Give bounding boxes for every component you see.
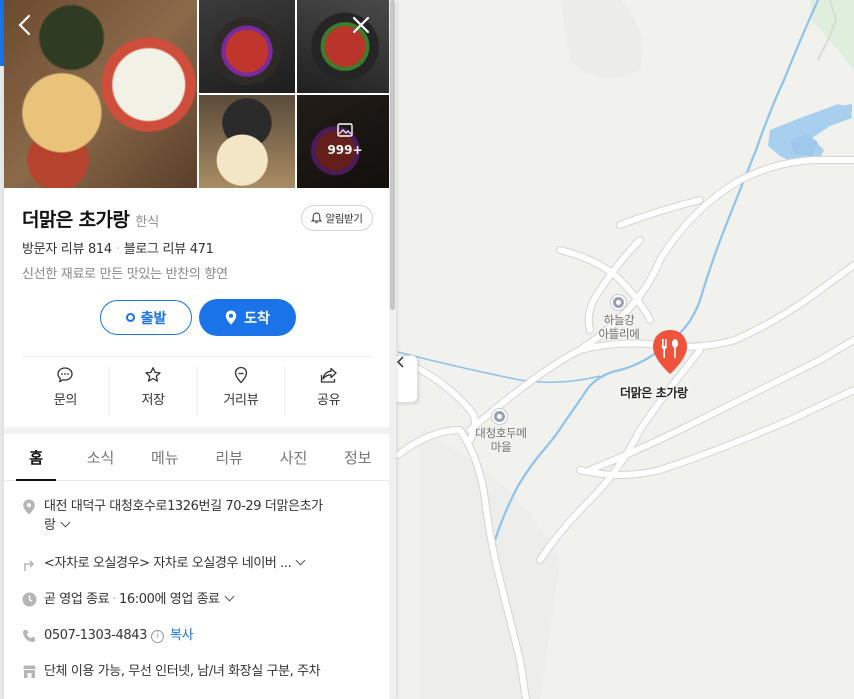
chevron-down-icon	[224, 591, 235, 602]
action-label: 거리뷰	[223, 393, 259, 408]
arrive-button[interactable]: 도착	[199, 299, 296, 336]
photo-thumb[interactable]	[297, 0, 393, 93]
bell-icon	[311, 212, 323, 224]
direction-arrow-icon	[24, 560, 35, 571]
title-row: 더맑은 초가랑 한식	[22, 205, 159, 232]
phone-number[interactable]: 0507-1303-4843	[44, 628, 147, 643]
photo-thumb[interactable]	[199, 95, 295, 188]
poi-label-atelier[interactable]: 하늘강 아뜰리에	[584, 313, 654, 341]
poi-label-line: 아뜰리에	[598, 327, 640, 341]
location-outline-icon	[234, 366, 248, 384]
depart-button[interactable]: 출발	[100, 300, 192, 335]
scrollbar-thumb[interactable]	[390, 0, 395, 310]
action-label: 저장	[141, 393, 165, 408]
chevron-down-icon	[60, 517, 71, 528]
action-save[interactable]: 저장	[110, 366, 198, 416]
action-label: 공유	[316, 393, 341, 408]
location-pin-icon	[225, 310, 237, 325]
depart-label: 출발	[140, 310, 167, 327]
place-description: 신선한 재료로 만든 맛있는 반찬의 향연	[22, 267, 228, 282]
close-button[interactable]	[346, 10, 376, 40]
hours-status: 곧 영업 종료	[44, 592, 110, 607]
close-icon	[352, 16, 370, 34]
photo-more[interactable]: 999+	[297, 95, 393, 188]
tab-bar: 홈 소식 메뉴 리뷰 사진 정보	[4, 434, 390, 481]
poi-marker-icon[interactable]	[611, 295, 626, 310]
alarm-label: 알림받기	[325, 212, 363, 225]
photo-gallery: 999+	[4, 0, 393, 188]
copy-button[interactable]: 복사	[170, 628, 194, 643]
collapse-panel-button[interactable]	[396, 355, 418, 403]
address-pin-icon	[23, 499, 35, 515]
poi-label-line: 마을	[490, 440, 512, 454]
tab-news[interactable]: 소식	[68, 434, 132, 480]
directions-text: <자차로 오실경우> 자차로 오실경우 네이버 ...	[44, 556, 292, 571]
photo-count: 999+	[327, 143, 363, 157]
clock-icon	[22, 592, 37, 607]
pin-label[interactable]: 더맑은 초가랑	[620, 384, 688, 401]
action-bar: 문의 저장 거리뷰 공유	[22, 366, 372, 416]
phone-icon	[23, 630, 35, 642]
action-label: 문의	[53, 393, 78, 408]
poi-label-village[interactable]: 대청호두메 마을	[466, 426, 536, 454]
address-text: 대전 대덕구 대청호수로1326번길 70-29 더맑은초가	[44, 499, 323, 514]
chat-icon	[57, 367, 74, 383]
page-title: 더맑은 초가랑	[22, 209, 130, 231]
gallery-icon	[337, 123, 353, 137]
chevron-left-icon	[396, 356, 404, 368]
directions-row[interactable]: <자차로 오실경우> 자차로 오실경우 네이버 ...	[22, 554, 382, 576]
tab-info[interactable]: 정보	[326, 434, 390, 480]
place-category: 한식	[135, 215, 160, 230]
restaurant-pin-icon[interactable]	[650, 328, 690, 376]
tab-review[interactable]: 리뷰	[197, 434, 261, 480]
phone-row: 0507-1303-4843 i 복사	[22, 626, 382, 647]
hours-detail: 16:00에 영업 종료	[119, 592, 220, 607]
action-inquiry[interactable]: 문의	[22, 366, 110, 416]
alarm-button[interactable]: 알림받기	[301, 205, 373, 231]
back-icon	[18, 14, 31, 36]
chevron-down-icon	[295, 555, 306, 566]
panel-scrollbar[interactable]	[389, 0, 396, 699]
share-icon	[320, 367, 337, 383]
origin-dot-icon	[125, 313, 135, 322]
address-row[interactable]: 대전 대덕구 대청호수로1326번길 70-29 더맑은초가 랑	[22, 497, 382, 535]
store-icon	[23, 665, 36, 678]
back-button[interactable]	[10, 10, 40, 40]
poi-label-line: 대청호두메	[475, 426, 527, 440]
tab-home[interactable]: 홈	[4, 434, 68, 481]
place-detail-panel: 999+ 더맑은 초가랑 한식 알림받기 방문자 리뷰 814 · 블로그 리뷰 4…	[4, 0, 396, 699]
info-icon[interactable]: i	[151, 630, 165, 643]
arrive-label: 도착	[244, 310, 270, 327]
tab-photo[interactable]: 사진	[261, 434, 325, 480]
divider	[22, 356, 372, 357]
action-streetview[interactable]: 거리뷰	[198, 366, 286, 416]
poi-label-line: 하늘강	[603, 313, 635, 327]
star-icon	[145, 367, 161, 382]
poi-marker-icon[interactable]	[492, 409, 507, 424]
photo-thumb[interactable]	[199, 0, 295, 93]
section-divider	[4, 427, 390, 434]
review-summary: 방문자 리뷰 814 · 블로그 리뷰 471	[22, 242, 214, 257]
address-text-cont: 랑	[44, 518, 56, 533]
hours-row[interactable]: 곧 영업 종료 · 16:00에 영업 종료	[22, 590, 382, 611]
blog-review-link[interactable]: 블로그 리뷰 471	[124, 242, 214, 257]
facilities-text: 단체 이용 가능, 무선 인터넷, 남/녀 화장실 구분, 주차	[44, 664, 321, 679]
visitor-review-link[interactable]: 방문자 리뷰 814	[22, 242, 112, 257]
facilities-row[interactable]: 단체 이용 가능, 무선 인터넷, 남/녀 화장실 구분, 주차	[22, 662, 382, 683]
action-share[interactable]: 공유	[285, 366, 372, 416]
tab-menu[interactable]: 메뉴	[133, 434, 197, 480]
